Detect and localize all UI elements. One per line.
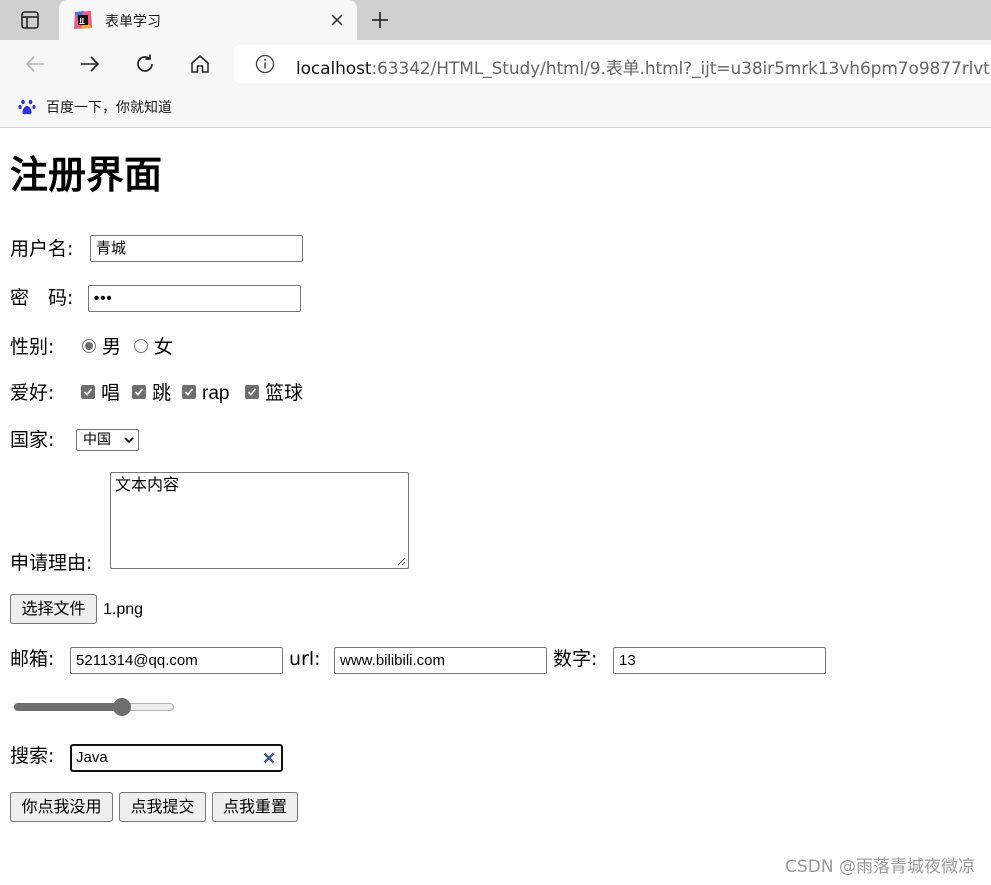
password-label: 密 码: <box>10 287 74 309</box>
reason-value: 文本内容 <box>115 475 180 494</box>
tab-actions-icon <box>21 11 39 29</box>
resize-grip-icon[interactable] <box>396 556 406 566</box>
search-label: 搜索: <box>10 745 55 767</box>
username-value: 青城 <box>96 240 127 257</box>
baidu-paw-icon <box>18 99 36 115</box>
password-input[interactable]: ••• <box>88 285 301 312</box>
reset-button[interactable]: 点我重置 <box>212 792 298 822</box>
tab-title: 表单学习 <box>105 14 161 30</box>
search-input[interactable]: Java <box>70 744 283 772</box>
hobby-option-rap: rap <box>202 383 230 404</box>
hobby-label: 爱好: <box>10 382 55 404</box>
range-slider[interactable] <box>14 698 174 716</box>
username-input[interactable]: 青城 <box>90 235 303 262</box>
url-label: url: <box>289 648 321 670</box>
watermark: CSDN @雨落青城夜微凉 <box>785 857 975 877</box>
reload-icon <box>137 54 153 72</box>
gender-label: 性别: <box>10 336 55 358</box>
bookmark-baidu[interactable]: 百度一下，你就知道 <box>18 96 172 118</box>
browser-tab[interactable]: IJ 表单学习 <box>59 0 357 40</box>
close-icon <box>331 14 343 26</box>
back-button[interactable] <box>18 48 52 80</box>
url-host: localhost <box>296 59 372 79</box>
url-value: www.bilibili.com <box>340 652 446 669</box>
reason-textarea[interactable]: 文本内容 <box>110 472 409 569</box>
gender-option-female: 女 <box>154 336 174 358</box>
country-label: 国家: <box>10 429 55 451</box>
country-selected-value: 中国 <box>83 432 111 448</box>
info-icon <box>255 54 275 74</box>
hobby-checkbox-rap[interactable] <box>182 385 196 399</box>
tab-close-button[interactable] <box>327 10 347 30</box>
forward-arrow-icon <box>81 56 100 72</box>
bookmark-label: 百度一下，你就知道 <box>46 100 172 116</box>
browser-toolbar: localhost:63342/HTML_Study/html/9.表单.htm… <box>0 40 991 87</box>
gender-radio-male[interactable] <box>82 339 96 353</box>
forward-button[interactable] <box>73 48 107 80</box>
home-icon <box>191 55 209 73</box>
number-label: 数字: <box>553 648 598 670</box>
file-name: 1.png <box>103 601 144 618</box>
bookmarks-bar: 百度一下，你就知道 <box>0 87 991 128</box>
checkmark-icon <box>184 388 194 396</box>
back-arrow-icon <box>25 56 44 72</box>
email-label: 邮箱: <box>10 648 55 670</box>
email-input[interactable]: 5211314@qq.com <box>70 647 283 674</box>
page-content: 注册界面 用户名: 青城 密 码: ••• 性别: 男 女 爱好: 唱 跳 ra… <box>0 129 991 885</box>
clear-icon[interactable] <box>263 752 275 764</box>
username-label: 用户名: <box>10 238 74 260</box>
hobby-checkbox-dance[interactable] <box>132 385 146 399</box>
gender-option-male: 男 <box>102 336 122 358</box>
hobby-option-sing: 唱 <box>101 382 121 404</box>
checkmark-icon <box>134 388 144 396</box>
url-path: :63342/HTML_Study/html/9.表单.html?_ijt=u3… <box>371 59 990 79</box>
hobby-checkbox-basketball[interactable] <box>245 385 259 399</box>
address-bar[interactable]: localhost:63342/HTML_Study/html/9.表单.htm… <box>234 45 991 83</box>
search-value: Java <box>76 749 108 766</box>
range-slider-fill <box>14 703 123 711</box>
reason-label: 申请理由: <box>10 552 93 574</box>
checkmark-icon <box>83 388 93 396</box>
submit-button[interactable]: 点我提交 <box>119 792 206 822</box>
url-input[interactable]: www.bilibili.com <box>334 647 547 674</box>
jetbrains-icon: IJ <box>74 11 92 29</box>
hobby-option-basketball: 篮球 <box>265 382 304 404</box>
gender-radio-female[interactable] <box>134 339 148 353</box>
page-title: 注册界面 <box>10 153 163 197</box>
tab-actions-button[interactable] <box>9 6 51 34</box>
hobby-checkbox-sing[interactable] <box>81 385 95 399</box>
number-value: 13 <box>619 652 636 669</box>
useless-button[interactable]: 你点我没用 <box>10 792 113 822</box>
reload-button[interactable] <box>128 48 162 80</box>
plus-icon <box>372 12 388 28</box>
email-value: 5211314@qq.com <box>76 652 198 669</box>
home-button[interactable] <box>183 48 217 80</box>
url-text: localhost:63342/HTML_Study/html/9.表单.htm… <box>296 54 990 79</box>
hobby-option-dance: 跳 <box>152 382 172 404</box>
password-value: ••• <box>94 290 113 307</box>
new-tab-button[interactable] <box>366 8 394 32</box>
chevron-down-icon <box>124 437 134 444</box>
range-slider-thumb[interactable] <box>113 698 131 716</box>
country-select[interactable]: 中国 <box>76 429 139 451</box>
choose-file-button[interactable]: 选择文件 <box>10 594 97 624</box>
checkmark-icon <box>247 388 257 396</box>
number-input[interactable]: 13 <box>613 647 826 674</box>
browser-tabstrip: IJ 表单学习 <box>0 0 991 40</box>
